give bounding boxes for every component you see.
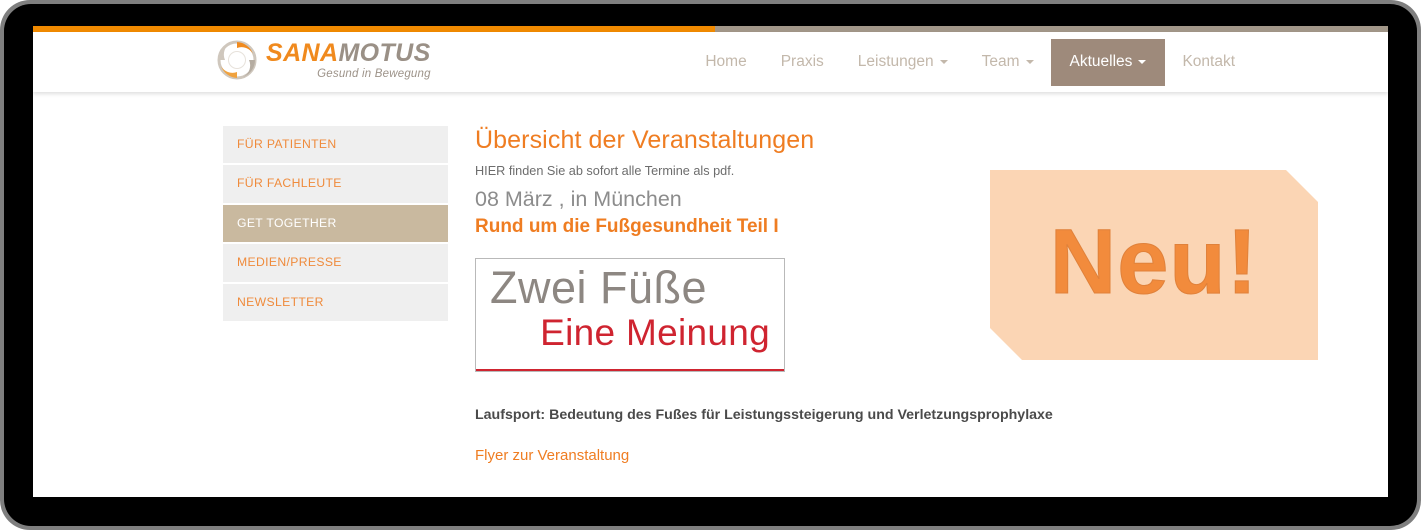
chevron-down-icon (939, 60, 948, 64)
nav-item-praxis[interactable]: Praxis (764, 32, 841, 92)
nav-label: Praxis (780, 53, 824, 70)
nav-label: Kontakt (1182, 53, 1235, 70)
event-image-line2: Eine Meinung (540, 312, 770, 354)
chevron-down-icon (1138, 60, 1147, 64)
nav-label: Home (705, 53, 747, 70)
chevron-down-icon (1025, 60, 1034, 64)
brand-word-part2: MOTUS (338, 39, 431, 67)
neu-banner: Neu! (990, 170, 1318, 360)
brand-logo-link[interactable]: SANAMOTUS Gesund in Bewegung (217, 40, 431, 81)
nav-label: Aktuelles (1069, 53, 1133, 70)
sidebar-item-label: FÜR PATIENTEN (237, 137, 337, 151)
sidebar-item-get-together[interactable]: GET TOGETHER (223, 204, 448, 243)
flyer-link[interactable]: Flyer zur Veranstaltung (475, 447, 629, 464)
brand-word-part1: SANA (266, 39, 339, 67)
sidebar-item-label: MEDIEN/PRESSE (237, 255, 342, 270)
sidebar-item-fuer-fachleute[interactable]: FÜR FACHLEUTE (223, 165, 448, 203)
sidebar-item-newsletter[interactable]: NEWSLETTER (223, 283, 448, 322)
browser-viewport: SANAMOTUS Gesund in Bewegung Home Praxis… (33, 26, 1388, 497)
sidebar-item-label: NEWSLETTER (237, 294, 324, 309)
event-image-line1: Zwei Füße (490, 262, 708, 314)
brand-tagline: Gesund in Bewegung (317, 68, 431, 80)
swirl-logo-icon (217, 40, 257, 80)
sidebar-item-label: FÜR FACHLEUTE (237, 176, 342, 191)
sidebar-item-medien-presse[interactable]: MEDIEN/PRESSE (223, 244, 448, 282)
brand-text: SANAMOTUS Gesund in Bewegung (266, 40, 431, 81)
nav-item-kontakt[interactable]: Kontakt (1165, 32, 1252, 92)
event-image-underline (476, 369, 784, 372)
sidebar-item-label: GET TOGETHER (237, 215, 337, 230)
main-navigation: Home Praxis Leistungen Team Aktuelles Ko… (688, 32, 1252, 92)
sidebar-item-fuer-patienten[interactable]: FÜR PATIENTEN (223, 126, 448, 164)
nav-label: Team (981, 53, 1020, 70)
nav-item-home[interactable]: Home (688, 32, 763, 92)
neu-banner-label: Neu! (1049, 211, 1259, 313)
page-title: Übersicht der Veranstaltungen (475, 126, 815, 154)
site-header: SANAMOTUS Gesund in Bewegung Home Praxis… (33, 32, 1388, 92)
event-image-zwei-fuesse: Zwei Füße Eine Meinung (475, 258, 785, 373)
nav-item-leistungen[interactable]: Leistungen (841, 32, 965, 92)
nav-item-aktuelles[interactable]: Aktuelles (1050, 38, 1166, 86)
sidebar-menu: FÜR PATIENTEN FÜR FACHLEUTE GET TOGETHER… (223, 126, 448, 323)
event-lead-text: Laufsport: Bedeutung des Fußes für Leist… (475, 407, 1053, 424)
nav-item-team[interactable]: Team (965, 32, 1051, 92)
brand-wordmark: SANAMOTUS (266, 39, 431, 67)
nav-label: Leistungen (857, 53, 934, 70)
page-content: FÜR PATIENTEN FÜR FACHLEUTE GET TOGETHER… (33, 92, 1388, 497)
